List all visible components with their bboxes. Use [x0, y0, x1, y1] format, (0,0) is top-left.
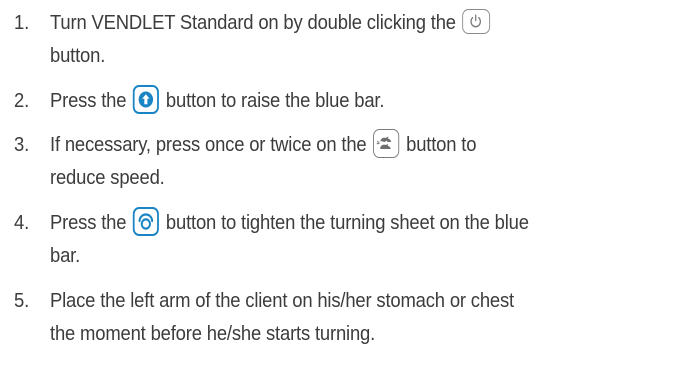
step-number: 4.	[14, 211, 30, 234]
step-number: 5.	[14, 289, 30, 312]
tighten-sheet-icon	[133, 207, 160, 237]
power-icon	[462, 9, 491, 35]
step-text: Place the left arm of the client on his/…	[50, 289, 515, 312]
slow-speed-icon	[373, 129, 400, 159]
arrow-up-icon	[133, 85, 160, 115]
step-text-after: button to raise the blue bar.	[160, 89, 385, 112]
step-text: Turn VENDLET Standard on by double click…	[50, 11, 461, 34]
step-text-continued: bar.	[50, 244, 81, 267]
step-text: Press the	[50, 211, 132, 234]
step-number: 1.	[14, 11, 30, 34]
step-text: Press the	[50, 89, 132, 112]
step-number: 2.	[14, 89, 30, 112]
step-text: If necessary, press once or twice on the	[50, 133, 372, 156]
step-text-continued: the moment before he/she starts turning.	[50, 322, 376, 345]
step-text-after: button to tighten the turning sheet on t…	[160, 211, 529, 234]
step-text-after: button to	[401, 133, 477, 156]
step-text-continued: reduce speed.	[50, 166, 165, 189]
step-text-continued: button.	[50, 44, 106, 67]
step-number: 3.	[14, 133, 30, 156]
